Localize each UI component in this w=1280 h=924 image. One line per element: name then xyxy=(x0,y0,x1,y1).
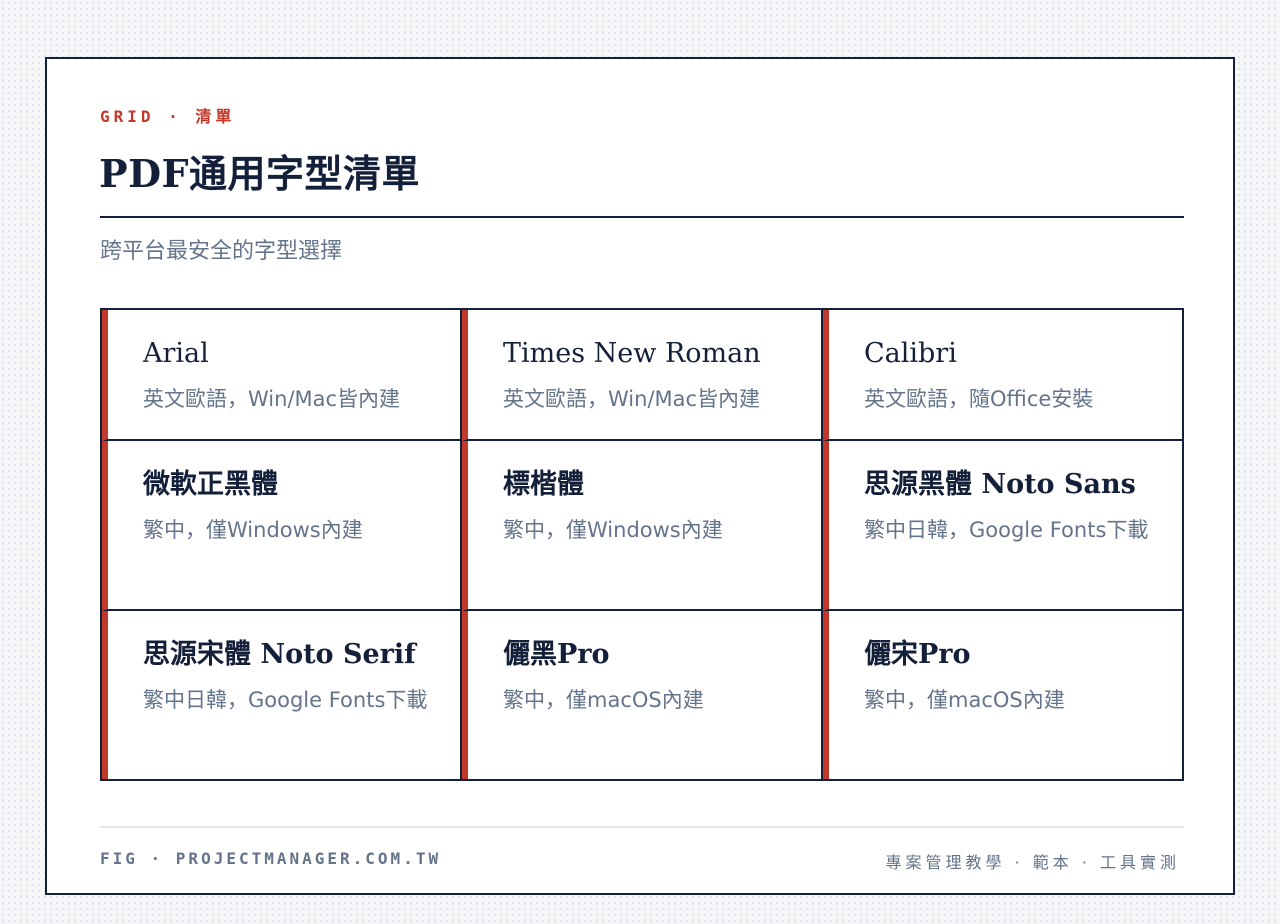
font-desc: 繁中，僅macOS內建 xyxy=(864,688,1065,712)
font-name: 儷宋Pro xyxy=(864,639,971,670)
font-grid: Arial 英文歐語，Win/Mac皆內建 Times New Roman 英文… xyxy=(100,308,1184,781)
font-card-lisong-pro: 儷宋Pro 繁中，僅macOS內建 xyxy=(823,611,1182,779)
font-card-arial: Arial 英文歐語，Win/Mac皆內建 xyxy=(102,310,462,441)
font-name: Calibri xyxy=(864,338,957,369)
font-card-noto-sans: 思源黑體 Noto Sans 繁中日韓，Google Fonts下載 xyxy=(823,441,1182,611)
font-name: 思源宋體 Noto Serif xyxy=(143,639,416,670)
title-divider xyxy=(100,216,1184,218)
font-desc: 英文歐語，隨Office安裝 xyxy=(864,387,1094,411)
footer-tags: 專案管理教學 · 範本 · 工具實測 xyxy=(885,853,1180,872)
font-card-lihei-pro: 儷黑Pro 繁中，僅macOS內建 xyxy=(462,611,823,779)
font-card-calibri: Calibri 英文歐語，隨Office安裝 xyxy=(823,310,1182,441)
font-name: Times New Roman xyxy=(503,338,761,369)
font-name: Arial xyxy=(143,338,209,369)
page-subtitle: 跨平台最安全的字型選擇 xyxy=(100,239,343,264)
font-name: 思源黑體 Noto Sans xyxy=(864,469,1136,500)
font-desc: 繁中，僅macOS內建 xyxy=(503,688,704,712)
font-desc: 繁中日韓，Google Fonts下載 xyxy=(864,518,1149,542)
font-desc: 英文歐語，Win/Mac皆內建 xyxy=(143,387,401,411)
font-desc: 繁中，僅Windows內建 xyxy=(503,518,723,542)
font-desc: 繁中日韓，Google Fonts下載 xyxy=(143,688,428,712)
eyebrow-label: GRID · 清單 xyxy=(100,107,236,126)
font-card-dfkai: 標楷體 繁中，僅Windows內建 xyxy=(462,441,823,611)
font-card-microsoft-jhenghei: 微軟正黑體 繁中，僅Windows內建 xyxy=(102,441,462,611)
font-name: 微軟正黑體 xyxy=(143,469,278,500)
font-name: 標楷體 xyxy=(503,469,584,500)
font-name: 儷黑Pro xyxy=(503,639,610,670)
font-desc: 英文歐語，Win/Mac皆內建 xyxy=(503,387,761,411)
font-card-times-new-roman: Times New Roman 英文歐語，Win/Mac皆內建 xyxy=(462,310,823,441)
footer-source: FIG · PROJECTMANAGER.COM.TW xyxy=(100,849,442,868)
footer-divider xyxy=(100,826,1184,828)
font-desc: 繁中，僅Windows內建 xyxy=(143,518,363,542)
font-card-noto-serif: 思源宋體 Noto Serif 繁中日韓，Google Fonts下載 xyxy=(102,611,462,779)
card: GRID · 清單 PDF通用字型清單 跨平台最安全的字型選擇 Arial 英文… xyxy=(45,57,1235,895)
page-title: PDF通用字型清單 xyxy=(99,151,421,196)
